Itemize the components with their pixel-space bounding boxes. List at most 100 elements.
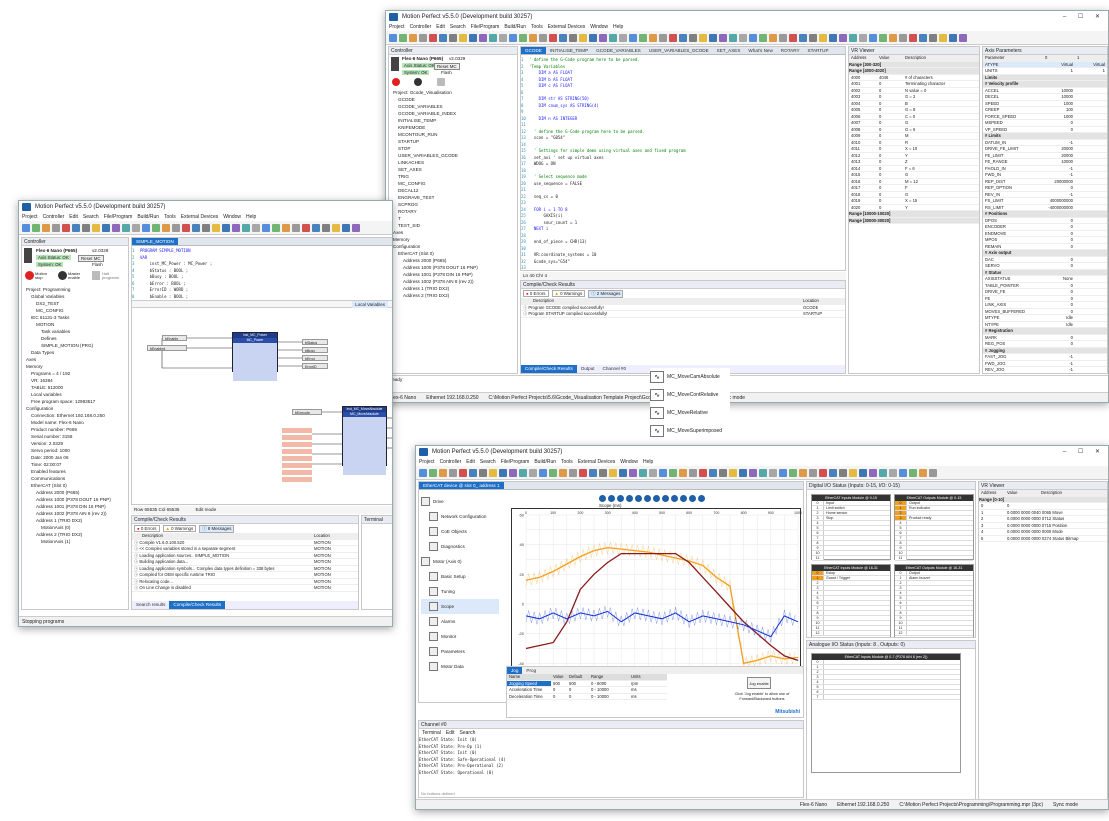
- tree-item[interactable]: Axes: [389, 229, 517, 236]
- halt-programs-icon[interactable]: [92, 271, 100, 280]
- menu-item[interactable]: Search: [480, 458, 496, 466]
- tree-item[interactable]: MOTION: [22, 321, 128, 328]
- zoom-fit-icon[interactable]: [644, 494, 651, 502]
- toolbar-icon[interactable]: [429, 33, 437, 42]
- code-editor[interactable]: 1 ' define the G-Code program here to be …: [521, 55, 845, 270]
- tree-item[interactable]: Configuration: [389, 243, 517, 250]
- menu-item[interactable]: Help: [613, 23, 623, 31]
- toolbar-icon[interactable]: [879, 33, 887, 42]
- tree-item[interactable]: Communications: [22, 475, 128, 482]
- toolbar-icon[interactable]: [609, 33, 617, 42]
- menu-item[interactable]: Help: [246, 213, 256, 221]
- io-row[interactable]: 11: [895, 556, 973, 561]
- tree-item[interactable]: Global Variables: [22, 293, 128, 300]
- toolbar-icon[interactable]: [569, 33, 577, 42]
- result-row[interactable]: ⓘ Program STARTUP compiled successfully!…: [521, 311, 845, 318]
- tree-item[interactable]: LINKACHES: [389, 159, 517, 166]
- titlebar[interactable]: Motion Perfect v5.5.0 (Development build…: [386, 11, 1108, 23]
- axis-param-row[interactable]: REV_JOG -1: [983, 367, 1107, 373]
- tree-item[interactable]: MCONTOUR_RUN: [389, 131, 517, 138]
- toolbar-icon[interactable]: [519, 33, 527, 42]
- tree-item[interactable]: Programs = 4 / 192: [22, 370, 128, 377]
- toolbar-icon[interactable]: [589, 33, 597, 42]
- toolbar-icon[interactable]: [859, 468, 867, 477]
- tree-item[interactable]: MC_CONFIG: [22, 307, 128, 314]
- tree-item[interactable]: Free program space: 12983517: [22, 398, 128, 405]
- toolbar-icon[interactable]: [629, 468, 637, 477]
- toolbar-icon[interactable]: [142, 223, 150, 232]
- toolbar-icon[interactable]: [72, 223, 80, 232]
- nav-item[interactable]: Motor Data: [421, 659, 499, 674]
- toolbar-icon[interactable]: [809, 468, 817, 477]
- toolbar-icon[interactable]: [429, 468, 437, 477]
- toolbar-icon[interactable]: [232, 223, 240, 232]
- cursor-icon[interactable]: [653, 494, 660, 502]
- menu-item[interactable]: Help: [643, 458, 653, 466]
- toolbar-icon[interactable]: [459, 33, 467, 42]
- tree-item[interactable]: Axes: [22, 356, 128, 363]
- toolbar-icon[interactable]: [839, 33, 847, 42]
- nav-item[interactable]: Tuning: [421, 584, 499, 599]
- toolbar-icon[interactable]: [539, 468, 547, 477]
- tree-item[interactable]: TABLE: 512000: [22, 384, 128, 391]
- tree-item[interactable]: DX2_TEST: [22, 300, 128, 307]
- tree-item[interactable]: GCODE: [389, 96, 517, 103]
- bottom-tab[interactable]: Search results: [132, 601, 169, 609]
- toolbar-icon[interactable]: [679, 33, 687, 42]
- halt-programs-icon[interactable]: [437, 78, 445, 86]
- mc-item[interactable]: ∿ MC_MoveContRelative: [650, 386, 730, 404]
- toolbar-icon[interactable]: [739, 468, 747, 477]
- tree-item[interactable]: Address 2 (TRIO DX2): [22, 531, 128, 538]
- fbd-variable[interactable]: bStatus: [302, 339, 328, 345]
- menu-item[interactable]: External Devices: [181, 213, 219, 221]
- toolbar-icon[interactable]: [579, 468, 587, 477]
- tree-item[interactable]: TEST_SID: [389, 222, 517, 229]
- toolbar-icon[interactable]: [949, 33, 957, 42]
- toolbar-icon[interactable]: [539, 33, 547, 42]
- nav-item[interactable]: Monitor: [421, 629, 499, 644]
- toolbar-icon[interactable]: [679, 468, 687, 477]
- toolbar-icon[interactable]: [669, 468, 677, 477]
- toolbar-icon[interactable]: [909, 468, 917, 477]
- tree-item[interactable]: Memory: [22, 363, 128, 370]
- menu-item[interactable]: Tools: [164, 213, 176, 221]
- editor-tab[interactable]: ROTARY: [777, 47, 804, 54]
- tree-item[interactable]: Address 1000 (P378 DOUT 16 PNP): [389, 264, 517, 271]
- tree-item[interactable]: Address 1001 (P378 DIN 16 PNP): [22, 503, 128, 510]
- toolbar-icon[interactable]: [829, 33, 837, 42]
- nav-item[interactable]: Motor (Axis 0): [421, 554, 499, 569]
- tree-item[interactable]: Address 1002 (P378 AIN 8 (rev 2)): [389, 278, 517, 285]
- tree-item[interactable]: USER_VARIABLES_GCODE: [389, 152, 517, 159]
- tree-item[interactable]: ROTARY: [389, 208, 517, 215]
- tree-item[interactable]: Date: 2000 Jan 06: [22, 454, 128, 461]
- tree-item[interactable]: STARTUP: [389, 138, 517, 145]
- toolbar-icon[interactable]: [709, 468, 717, 477]
- motion-stop-icon[interactable]: [392, 78, 400, 86]
- tree-item[interactable]: Product number: P669: [22, 426, 128, 433]
- nav-item[interactable]: Scope: [421, 599, 499, 614]
- toolbar-icon[interactable]: [829, 468, 837, 477]
- tree-item[interactable]: T: [389, 215, 517, 222]
- toolbar-icon[interactable]: [669, 33, 677, 42]
- toolbar-icon[interactable]: [699, 468, 707, 477]
- editor-tab[interactable]: GCODE: [521, 47, 546, 54]
- toolbar-icon[interactable]: [469, 468, 477, 477]
- toolbar-icon[interactable]: [889, 33, 897, 42]
- menu-item[interactable]: Controller: [43, 213, 65, 221]
- toolbar-icon[interactable]: [919, 33, 927, 42]
- menu-item[interactable]: Controller: [410, 23, 432, 31]
- tree-item[interactable]: SET_AXES: [389, 166, 517, 173]
- tree-item[interactable]: Address 2 (TRIO DX2): [389, 292, 517, 299]
- toolbar-icon[interactable]: [389, 33, 397, 42]
- menu-item[interactable]: Edit: [69, 213, 78, 221]
- toolbar-icon[interactable]: [459, 468, 467, 477]
- toolbar-icon[interactable]: [869, 33, 877, 42]
- menu-item[interactable]: External Devices: [548, 23, 586, 31]
- toolbar-icon[interactable]: [509, 33, 517, 42]
- toolbar-icon[interactable]: [729, 468, 737, 477]
- toolbar-icon[interactable]: [352, 223, 360, 232]
- fb-mc-power[interactable]: inst_MC_Power MC_Power: [232, 332, 278, 381]
- toolbar-icon[interactable]: [122, 223, 130, 232]
- toolbar-icon[interactable]: [52, 223, 60, 232]
- jog-tab[interactable]: Jog: [507, 667, 523, 674]
